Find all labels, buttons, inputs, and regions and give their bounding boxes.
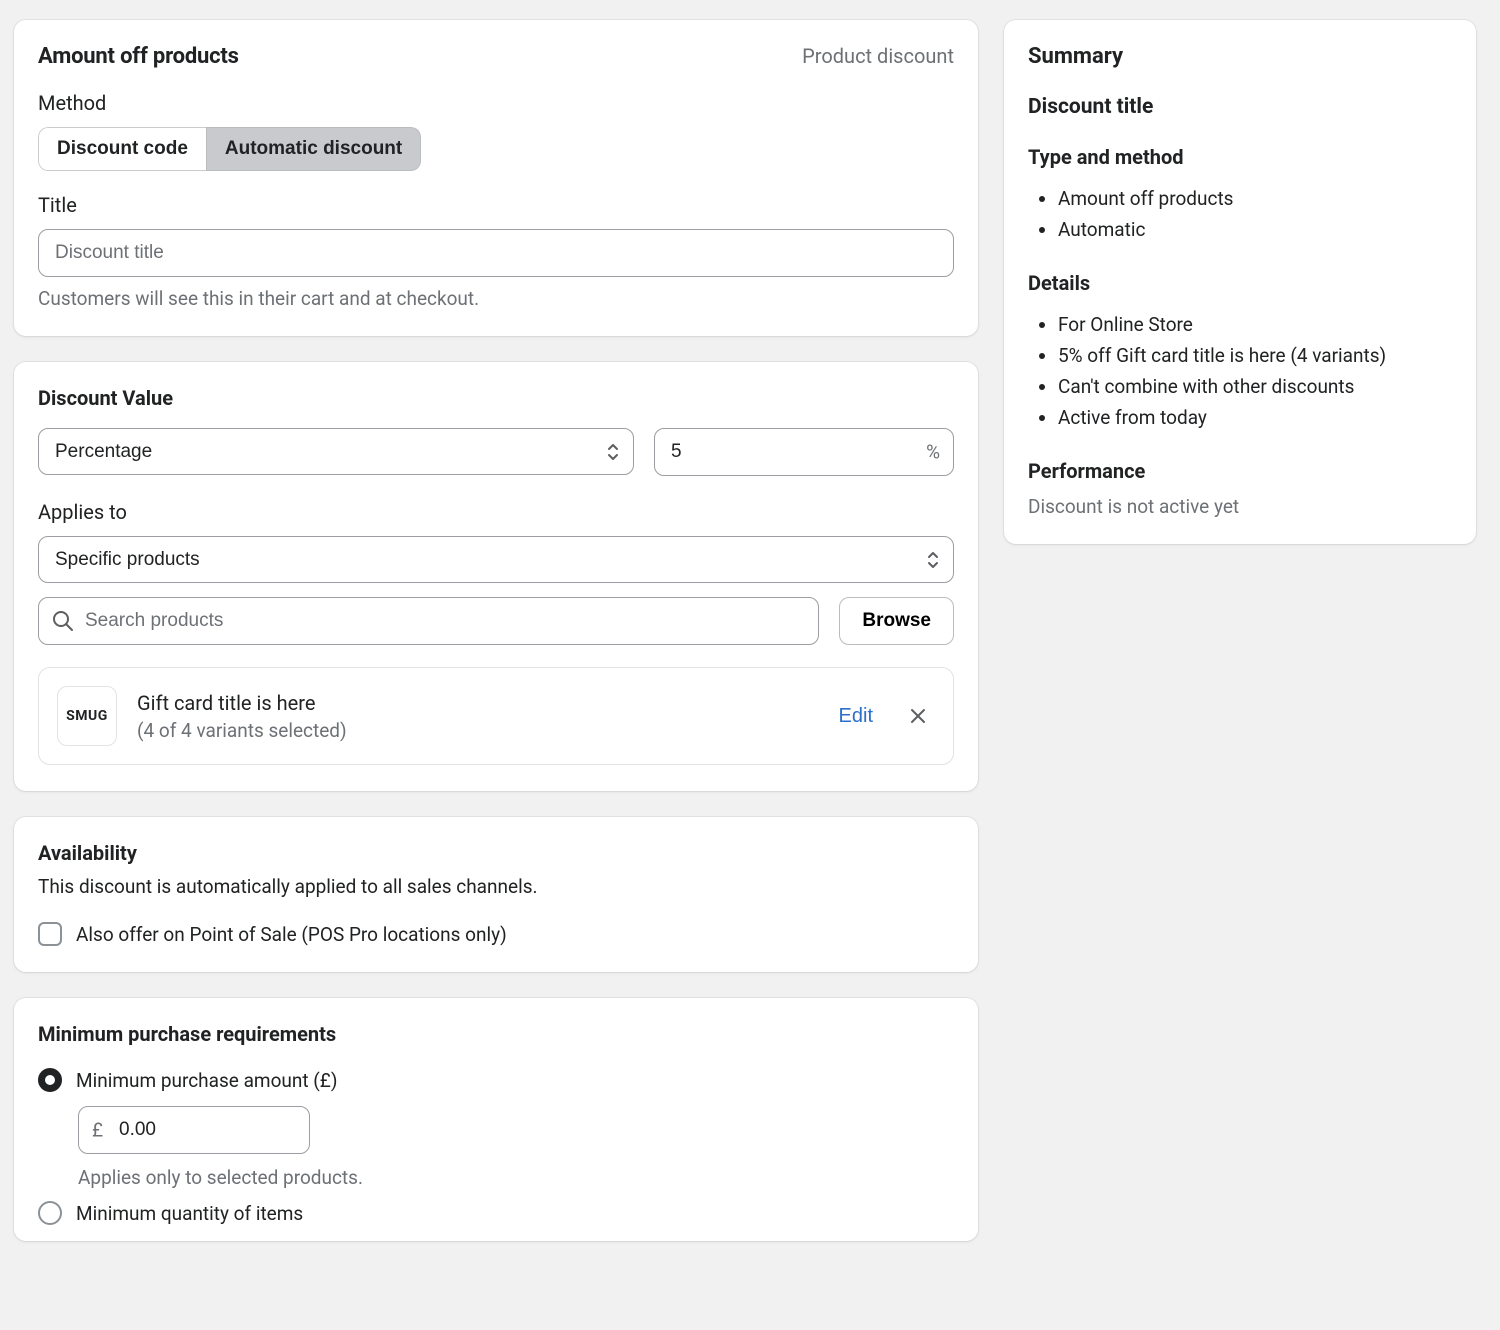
card-amount-off-products: Amount off products Product discount Met…: [14, 20, 978, 336]
product-title: Gift card title is here: [137, 691, 811, 715]
edit-product-button[interactable]: Edit: [831, 701, 881, 732]
method-label: Method: [38, 91, 954, 115]
pos-checkbox[interactable]: [38, 922, 62, 946]
card-summary: Summary Discount title Type and method A…: [1004, 20, 1476, 544]
title-help-text: Customers will see this in their cart an…: [38, 287, 954, 310]
applies-to-label: Applies to: [38, 500, 954, 524]
availability-heading: Availability: [38, 841, 954, 865]
list-item: Can't combine with other discounts: [1058, 371, 1452, 402]
product-variants-text: (4 of 4 variants selected): [137, 719, 811, 742]
list-item: 5% off Gift card title is here (4 varian…: [1058, 340, 1452, 371]
remove-product-button[interactable]: [901, 703, 935, 729]
applies-to-select[interactable]: Specific products: [38, 536, 954, 583]
search-icon: [52, 610, 74, 632]
percent-suffix: %: [926, 441, 940, 464]
discount-amount-input[interactable]: [654, 428, 954, 476]
product-search-input[interactable]: [38, 597, 819, 645]
product-thumbnail: SMUG: [57, 686, 117, 746]
summary-discount-title: Discount title: [1028, 95, 1452, 119]
card-discount-value: Discount Value Percentage % Applies to S…: [14, 362, 978, 791]
list-item: Amount off products: [1058, 183, 1452, 214]
card-title: Amount off products: [38, 44, 239, 69]
summary-heading: Summary: [1028, 44, 1452, 69]
close-icon: [909, 707, 927, 725]
discount-type-label: Product discount: [802, 44, 954, 68]
summary-performance-heading: Performance: [1028, 459, 1452, 483]
min-amount-radio[interactable]: [38, 1068, 62, 1092]
method-segmented-control: Discount code Automatic discount: [38, 127, 421, 171]
availability-desc: This discount is automatically applied t…: [38, 875, 954, 898]
min-qty-label: Minimum quantity of items: [76, 1202, 303, 1225]
browse-button[interactable]: Browse: [839, 597, 954, 645]
min-amount-label: Minimum purchase amount (£): [76, 1069, 337, 1092]
card-availability: Availability This discount is automatica…: [14, 817, 978, 972]
min-amount-help: Applies only to selected products.: [78, 1166, 954, 1189]
selected-product-row: SMUG Gift card title is here (4 of 4 var…: [38, 667, 954, 765]
pos-checkbox-label: Also offer on Point of Sale (POS Pro loc…: [76, 923, 507, 946]
list-item: Automatic: [1058, 214, 1452, 245]
discount-type-select[interactable]: Percentage: [38, 428, 634, 475]
min-qty-radio[interactable]: [38, 1201, 62, 1225]
summary-type-method-heading: Type and method: [1028, 145, 1452, 169]
min-amount-input[interactable]: [78, 1106, 310, 1154]
summary-details-list: For Online Store 5% off Gift card title …: [1028, 309, 1452, 433]
summary-type-method-list: Amount off products Automatic: [1028, 183, 1452, 245]
list-item: Active from today: [1058, 402, 1452, 433]
discount-value-heading: Discount Value: [38, 386, 954, 410]
discount-title-input[interactable]: [38, 229, 954, 277]
list-item: For Online Store: [1058, 309, 1452, 340]
card-minimum-purchase: Minimum purchase requirements Minimum pu…: [14, 998, 978, 1241]
method-discount-code-button[interactable]: Discount code: [38, 127, 206, 171]
currency-prefix: £: [92, 1119, 103, 1142]
title-label: Title: [38, 193, 954, 217]
summary-details-heading: Details: [1028, 271, 1452, 295]
method-automatic-discount-button[interactable]: Automatic discount: [206, 127, 421, 171]
min-req-heading: Minimum purchase requirements: [38, 1022, 954, 1046]
summary-performance-text: Discount is not active yet: [1028, 495, 1452, 518]
